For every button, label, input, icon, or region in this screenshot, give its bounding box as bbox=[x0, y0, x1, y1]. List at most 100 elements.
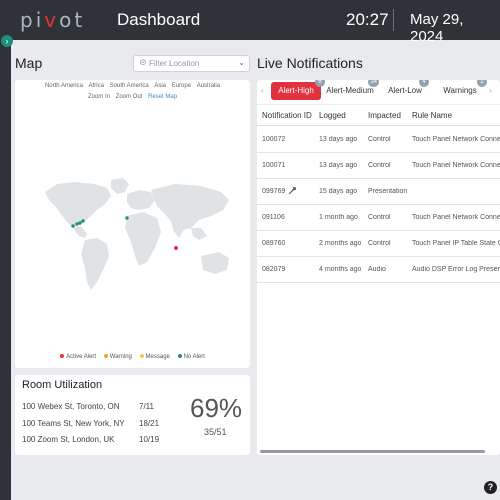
cell-impacted: Audio bbox=[368, 266, 386, 273]
notifications-card: ‹ Alert-High 6 Alert-Medium 14 Alert-Low… bbox=[257, 80, 500, 455]
utilization-total: 35/51 bbox=[204, 427, 227, 437]
zoom-out-button[interactable]: Zoom Out bbox=[116, 94, 143, 100]
notifications-title: Live Notifications bbox=[257, 55, 363, 71]
table-row[interactable]: 100072 13 days ago Control Touch Panel N… bbox=[257, 127, 500, 153]
cell-impacted: Control bbox=[368, 136, 391, 143]
map-marker[interactable] bbox=[78, 221, 82, 225]
tab-alert-medium[interactable]: Alert-Medium 14 bbox=[325, 80, 379, 100]
region-north-america[interactable]: North America bbox=[45, 83, 83, 89]
legend-no-alert: No Alert bbox=[177, 354, 205, 360]
map-legend: Active Alert Warning Message No Alert bbox=[15, 354, 250, 360]
column-impacted[interactable]: Impacted bbox=[368, 111, 401, 120]
top-bar: pivot Dashboard 20:27 May 29, 2024 bbox=[0, 0, 500, 45]
table-row[interactable]: 082079 4 months ago Audio Audio DSP Erro… bbox=[257, 257, 500, 283]
cell-rule: Touch Panel IP Table State Offline bbox=[412, 240, 500, 247]
legend-active-alert: Active Alert bbox=[60, 354, 96, 360]
map-card: North America Africa South America Asia … bbox=[15, 80, 250, 368]
room-location: 100 Teams St, New York, NY bbox=[22, 419, 125, 428]
region-south-america[interactable]: South America bbox=[110, 83, 149, 89]
cell-logged: 13 days ago bbox=[319, 136, 358, 143]
tab-badge: 2 bbox=[477, 80, 487, 87]
cell-impacted: Control bbox=[368, 214, 391, 221]
map-marker[interactable] bbox=[81, 219, 85, 223]
region-europe[interactable]: Europe bbox=[172, 83, 191, 89]
map-marker[interactable] bbox=[71, 224, 75, 228]
cell-rule: Touch Panel Network Connection bbox=[412, 136, 500, 143]
horizontal-scrollbar[interactable] bbox=[260, 450, 485, 453]
filter-placeholder: Filter Location bbox=[149, 59, 200, 68]
cell-impacted: Control bbox=[368, 162, 391, 169]
page-title: Dashboard bbox=[117, 10, 201, 29]
cell-logged: 1 month ago bbox=[319, 214, 358, 221]
room-value: 10/19 bbox=[139, 435, 160, 444]
cell-logged: 2 months ago bbox=[319, 240, 362, 247]
cell-id: 082079 bbox=[262, 266, 286, 273]
table-row[interactable]: 100071 13 days ago Control Touch Panel N… bbox=[257, 153, 500, 179]
side-rail bbox=[0, 40, 11, 500]
cell-rule: Audio DSP Error Log Present bbox=[412, 266, 500, 273]
cell-id: 089760 bbox=[262, 240, 286, 247]
legend-warning: Warning bbox=[103, 354, 132, 360]
tab-alert-high[interactable]: Alert-High 6 bbox=[271, 80, 325, 100]
map-title: Map bbox=[15, 55, 43, 71]
region-asia[interactable]: Asia bbox=[154, 83, 166, 89]
room-utilization-card: Room Utilization 100 Webex St, Toronto, … bbox=[15, 375, 250, 455]
tab-badge: 6 bbox=[315, 80, 325, 87]
wrench-icon[interactable] bbox=[288, 187, 296, 195]
cell-id: 100071 bbox=[262, 162, 286, 169]
utilization-percent: 69% bbox=[190, 393, 243, 423]
tab-label: Warnings bbox=[443, 86, 477, 95]
table-row[interactable]: 099769 15 days ago Presentation bbox=[257, 179, 500, 205]
expand-sidebar-icon[interactable]: › bbox=[1, 35, 13, 47]
room-value: 7/11 bbox=[139, 402, 154, 411]
clock: 20:27 bbox=[346, 10, 389, 29]
help-icon[interactable]: ? bbox=[484, 481, 497, 494]
cell-impacted: Control bbox=[368, 240, 391, 247]
map-marker[interactable] bbox=[125, 216, 129, 220]
zoom-in-button[interactable]: Zoom In bbox=[88, 94, 110, 100]
pivot-logo[interactable]: pivot bbox=[20, 8, 85, 32]
reset-map-button[interactable]: Reset Map bbox=[148, 94, 177, 100]
region-links: North America Africa South America Asia … bbox=[15, 83, 250, 89]
legend-message: Message bbox=[139, 354, 170, 360]
tab-label: Alert-Low bbox=[388, 86, 422, 95]
date: May 29, 2024 bbox=[410, 11, 464, 45]
tab-badge: 4 bbox=[419, 80, 429, 87]
map-marker[interactable] bbox=[75, 222, 79, 226]
tab-warnings[interactable]: Warnings 2 bbox=[437, 80, 487, 100]
tab-alert-low[interactable]: Alert-Low 4 bbox=[385, 80, 429, 100]
room-location: 100 Webex St, Toronto, ON bbox=[22, 402, 120, 411]
cell-logged: 15 days ago bbox=[319, 188, 358, 195]
region-africa[interactable]: Africa bbox=[89, 83, 104, 89]
column-logged[interactable]: Logged bbox=[319, 111, 346, 120]
room-value: 18/21 bbox=[139, 419, 160, 428]
table-row[interactable]: 091106 1 month ago Control Touch Panel N… bbox=[257, 205, 500, 231]
table-header: Notification ID Logged Impacted Rule Nam… bbox=[257, 104, 500, 126]
world-map[interactable] bbox=[15, 110, 250, 345]
header-divider bbox=[393, 9, 394, 31]
notification-tabs: ‹ Alert-High 6 Alert-Medium 14 Alert-Low… bbox=[257, 80, 500, 104]
cell-rule: Touch Panel Network Connection bbox=[412, 162, 500, 169]
tab-label: Alert-Medium bbox=[326, 86, 374, 95]
column-notification-id[interactable]: Notification ID bbox=[262, 111, 312, 120]
column-rule-name[interactable]: Rule Name bbox=[412, 111, 452, 120]
table-row[interactable]: 089760 2 months ago Control Touch Panel … bbox=[257, 231, 500, 257]
location-pin-icon bbox=[140, 59, 146, 65]
room-location: 100 Zoom St, London, UK bbox=[22, 435, 115, 444]
cell-impacted: Presentation bbox=[368, 188, 408, 195]
tabs-prev-icon[interactable]: ‹ bbox=[261, 86, 264, 95]
cell-rule: Touch Panel Network Connection bbox=[412, 214, 500, 221]
filter-location-select[interactable]: Filter Location ⌄ bbox=[133, 55, 250, 72]
map-marker-alert[interactable] bbox=[174, 246, 178, 250]
cell-logged: 4 months ago bbox=[319, 266, 362, 273]
chevron-down-icon: ⌄ bbox=[238, 58, 245, 67]
cell-id: 091106 bbox=[262, 214, 285, 221]
zoom-controls: Zoom In Zoom Out Reset Map bbox=[15, 94, 250, 100]
tabs-next-icon[interactable]: › bbox=[489, 86, 492, 95]
tab-label: Alert-High bbox=[278, 86, 314, 95]
tab-badge: 14 bbox=[368, 80, 379, 87]
region-australia[interactable]: Australia bbox=[197, 83, 220, 89]
room-utilization-title: Room Utilization bbox=[22, 379, 103, 391]
cell-logged: 13 days ago bbox=[319, 162, 358, 169]
cell-id: 099769 bbox=[262, 188, 286, 195]
